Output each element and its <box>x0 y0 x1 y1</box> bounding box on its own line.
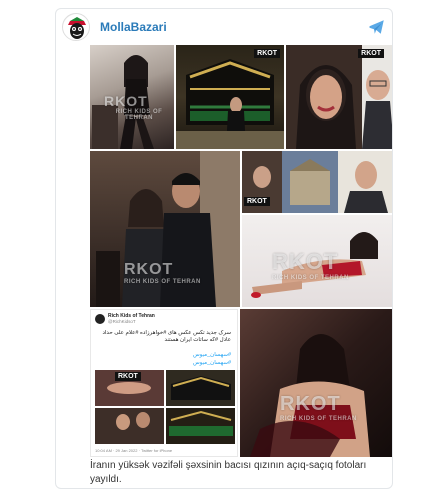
post-header: MollaBazari <box>56 9 392 45</box>
tweet-hashtag[interactable]: #سهسان_میوس <box>193 360 231 366</box>
tweet-avatar <box>95 314 105 324</box>
tweet-meta: 10:04 AM · 29 Jan 2022 · Twitter for iPh… <box>95 448 173 453</box>
watermark-badge: RKOT <box>254 49 280 58</box>
photo-4[interactable]: RKOT RICH KIDS OF TEHRAN <box>90 151 240 307</box>
tweet-author: Rich Kids of Tehran @RichKidsoT <box>95 313 235 327</box>
photo-2-shrine <box>176 59 284 149</box>
photo-7-figure <box>250 334 370 457</box>
tweet-images: RKOT <box>95 370 235 444</box>
mollabazari-logo-icon <box>63 14 89 40</box>
channel-name[interactable]: MollaBazari <box>100 20 167 34</box>
photo-5[interactable]: RKOT <box>242 151 392 213</box>
photo-6[interactable]: RKOT RICH KIDS OF TEHRAN <box>242 215 392 307</box>
embedded-tweet[interactable]: Rich Kids of Tehran @RichKidsoT سرک جدید… <box>90 309 238 457</box>
post-caption: İranın yüksək vəzifəli şəxsinin bacısı q… <box>90 460 367 485</box>
photo-1[interactable]: RKOT RICH KIDS OF TEHRAN <box>90 45 174 149</box>
tweet-text: سرک جدید تکس عکس های #خواهرزاده #علام عل… <box>102 330 231 343</box>
watermark: RKOT RICH KIDS OF TEHRAN <box>124 261 201 285</box>
watermark-badge: RKOT <box>244 197 270 206</box>
watermark: RKOT RICH KIDS OF TEHRAN <box>280 393 357 422</box>
watermark: RKOT RICH KIDS OF TEHRAN <box>272 249 349 281</box>
watermark-badge: RKOT <box>115 372 141 381</box>
photo-7[interactable]: RKOT RICH KIDS OF TEHRAN <box>240 309 392 457</box>
watermark: RKOT RICH KIDS OF TEHRAN <box>104 93 163 121</box>
photo-3-portraits <box>286 45 392 149</box>
tweet-image-grid <box>95 370 235 444</box>
telegram-post-card: MollaBazari RKOT RICH KIDS OF TEHRAN RKO… <box>55 8 393 489</box>
photo-2[interactable]: RKOT <box>176 45 284 149</box>
telegram-icon[interactable] <box>368 18 386 36</box>
channel-avatar[interactable] <box>62 13 90 41</box>
watermark-badge: RKOT <box>358 49 384 58</box>
photo-collage: RKOT RICH KIDS OF TEHRAN RKOT RKOT RKOT … <box>90 45 392 457</box>
tweet-author-handle: @RichKidsoT <box>108 319 136 324</box>
photo-3[interactable]: RKOT <box>286 45 392 149</box>
tweet-hashtag[interactable]: #سهسان_میوس <box>193 352 231 358</box>
